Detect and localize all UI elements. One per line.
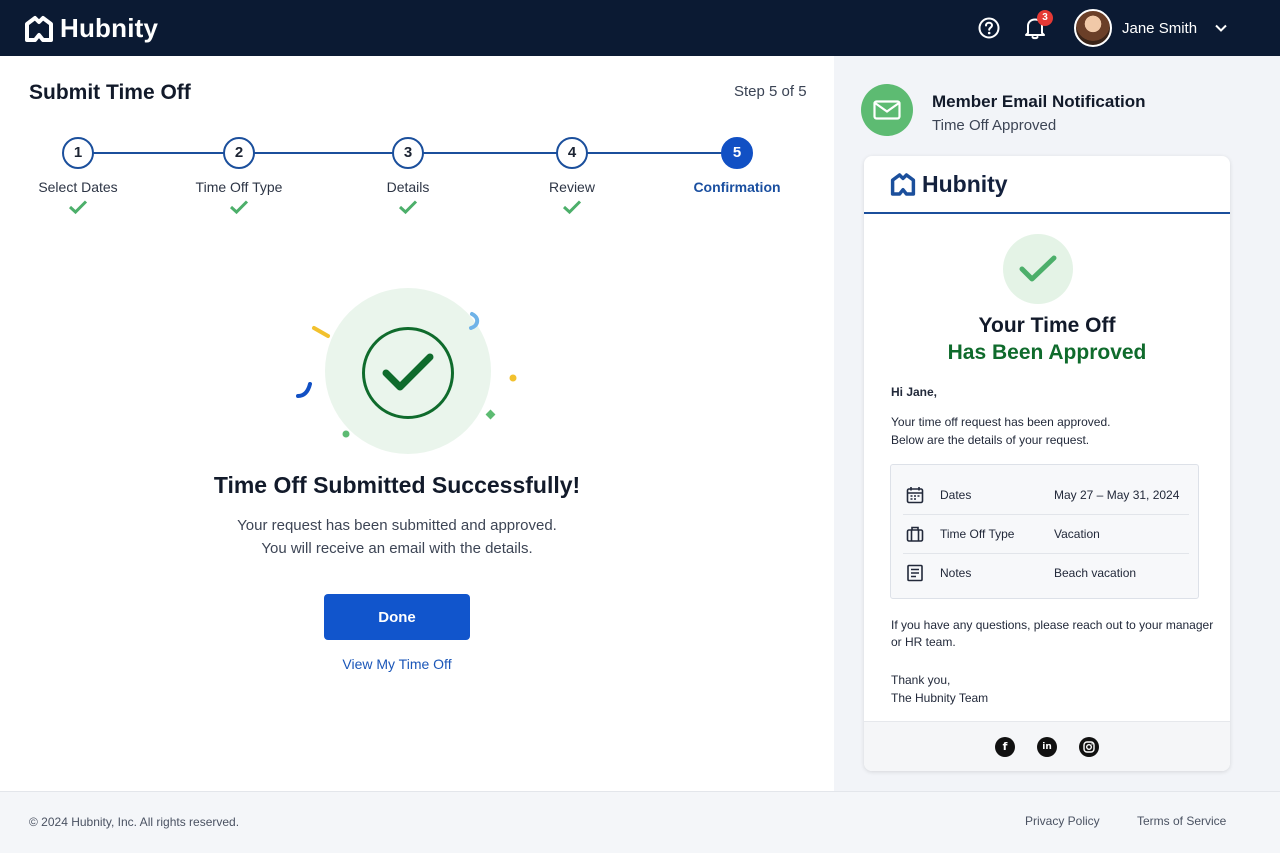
facebook-icon[interactable]: f [995, 736, 1015, 757]
success-title: Time Off Submitted Successfully! [213, 472, 581, 498]
step-details: 3 Details [333, 137, 483, 217]
copyright-text: © 2024 Hubnity, Inc. All rights reserved… [29, 815, 240, 829]
step-number: 2 [223, 137, 255, 169]
detail-value: Vacation [1054, 526, 1100, 541]
panel-title: Member Email Notification [932, 92, 1146, 111]
privacy-policy-link[interactable]: Privacy Policy [1025, 814, 1100, 828]
email-signoff-line-2: The Hubnity Team [891, 691, 989, 705]
step-label: Select Dates [38, 179, 118, 195]
panel-subtitle: Time Off Approved [932, 117, 1057, 134]
top-nav-bar: Hubnity 3 Jane Smith [0, 0, 1280, 56]
hubnity-logo-icon [890, 172, 916, 196]
email-body-line-2: Below are the details of your request. [891, 433, 1090, 447]
approved-check-badge [1003, 234, 1073, 304]
step-number: 3 [392, 137, 424, 169]
email-social-footer: f in [864, 721, 1230, 771]
step-confirmation: 5 Confirmation [662, 137, 812, 195]
brand-logo[interactable]: Hubnity [24, 13, 158, 44]
avatar [1074, 9, 1112, 47]
check-icon [1019, 255, 1057, 282]
email-header: Hubnity [864, 156, 1230, 214]
check-icon [562, 200, 582, 215]
success-message-line-2: You will receive an email with the detai… [261, 540, 533, 557]
step-time-off-type: 2 Time Off Type [164, 137, 314, 217]
request-details-box: Dates May 27 – May 31, 2024 Time Off Typ… [890, 464, 1199, 599]
detail-value: May 27 – May 31, 2024 [1054, 487, 1180, 502]
email-questions-line-1: If you have any questions, please reach … [891, 618, 1214, 632]
hubnity-logo-icon [25, 15, 53, 42]
detail-label: Dates [940, 487, 972, 502]
page-title: Submit Time Off [29, 81, 191, 104]
user-menu[interactable]: Jane Smith [1074, 9, 1250, 47]
step-label: Review [549, 179, 595, 195]
help-icon[interactable] [978, 17, 1000, 39]
step-select-dates: 1 Select Dates [3, 137, 153, 217]
step-label: Time Off Type [195, 179, 283, 195]
step-number: 5 [721, 137, 753, 169]
email-questions-line-2: or HR team. [891, 635, 956, 649]
email-preview-panel: Member Email Notification Time Off Appro… [834, 56, 1280, 791]
page-footer: © 2024 Hubnity, Inc. All rights reserved… [0, 791, 1280, 853]
detail-row-dates: Dates May 27 – May 31, 2024 [903, 475, 1189, 514]
step-counter: Step 5 of 5 [734, 83, 807, 100]
email-greeting: Hi Jane, [891, 385, 938, 399]
step-label: Confirmation [693, 179, 781, 195]
email-card: Hubnity Your Time Off Has Been Approved … [864, 156, 1230, 771]
calendar-icon [903, 483, 927, 507]
email-body-line-1: Your time off request has been approved. [891, 415, 1111, 429]
step-number: 4 [556, 137, 588, 169]
check-icon [229, 200, 249, 215]
success-message-line-1: Your request has been submitted and appr… [237, 517, 557, 534]
step-number: 1 [62, 137, 94, 169]
detail-row-time-off-type: Time Off Type Vacation [903, 514, 1189, 553]
brand-name: Hubnity [60, 13, 159, 43]
email-heading-line-2: Has Been Approved [947, 341, 1147, 364]
main-content: Submit Time Off Step 5 of 5 1 Select Dat… [0, 56, 834, 791]
check-icon [68, 200, 88, 215]
chevron-down-icon [1215, 24, 1227, 32]
detail-label: Time Off Type [940, 526, 1015, 541]
linkedin-icon[interactable]: in [1037, 736, 1057, 757]
terms-of-service-link[interactable]: Terms of Service [1137, 814, 1226, 828]
email-signoff-line-1: Thank you, [891, 673, 951, 687]
step-review: 4 Review [497, 137, 647, 217]
notifications-button[interactable]: 3 [1024, 10, 1053, 40]
detail-value: Beach vacation [1054, 565, 1137, 580]
instagram-icon[interactable] [1079, 736, 1099, 757]
detail-row-notes: Notes Beach vacation [903, 553, 1189, 592]
suitcase-icon [903, 522, 927, 546]
mail-icon [861, 84, 913, 136]
notes-icon [903, 561, 927, 585]
check-icon [382, 353, 434, 391]
detail-label: Notes [940, 565, 972, 580]
notification-count-badge: 3 [1037, 10, 1053, 26]
email-brand-name: Hubnity [922, 170, 1008, 197]
done-button[interactable]: Done [324, 594, 470, 640]
check-icon [398, 200, 418, 215]
view-my-time-off-link[interactable]: View My Time Off [0, 656, 794, 672]
user-name: Jane Smith [1122, 19, 1198, 37]
email-heading-line-1: Your Time Off [978, 314, 1116, 337]
step-label: Details [386, 179, 430, 195]
